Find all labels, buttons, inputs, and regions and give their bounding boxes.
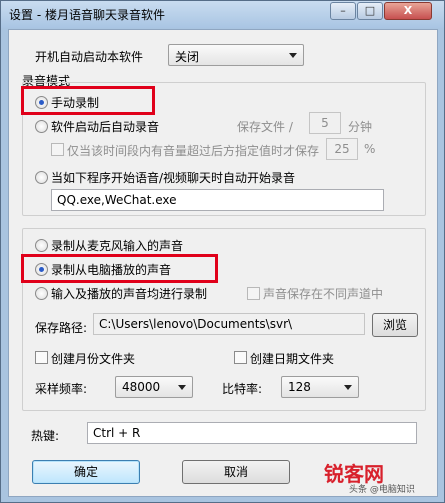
- highlight-box: [21, 254, 218, 283]
- minutes-unit: 分钟: [348, 120, 373, 134]
- sample-rate-label: 采样频率:: [35, 382, 88, 396]
- chevron-down-icon: [344, 385, 352, 390]
- sample-rate-select[interactable]: 48000: [115, 376, 193, 398]
- auto-record-label[interactable]: 软件启动后自动录音: [51, 118, 159, 135]
- chevron-down-icon: [289, 53, 297, 58]
- only-save-checkbox[interactable]: [51, 143, 64, 156]
- programs-input[interactable]: QQ.exe,WeChat.exe: [51, 189, 384, 211]
- daily-folder-label[interactable]: 创建日期文件夹: [250, 350, 334, 367]
- chevron-down-icon: [178, 385, 186, 390]
- only-save-label: 仅当该时间段内有音量超过后方指定值时才保存: [67, 144, 320, 158]
- ok-button[interactable]: 确定: [32, 460, 140, 484]
- hotkey-input[interactable]: Ctrl + R: [87, 422, 417, 444]
- save-file-label: 保存文件 /: [237, 120, 293, 134]
- programs-value: QQ.exe,WeChat.exe: [57, 193, 177, 207]
- maximize-button[interactable]: □: [357, 2, 383, 20]
- startup-label: 开机自动启动本软件: [35, 50, 144, 64]
- hotkey-label: 热键:: [31, 429, 60, 443]
- save-file-minutes-input[interactable]: 5: [309, 112, 341, 134]
- both-label[interactable]: 输入及播放的声音均进行录制: [51, 285, 207, 302]
- monthly-folder-checkbox[interactable]: [35, 351, 48, 364]
- save-path-input[interactable]: C:\Users\lenovo\Documents\svr\: [93, 313, 365, 335]
- percent-unit: %: [364, 142, 376, 156]
- sample-rate-value: 48000: [122, 380, 161, 394]
- startup-select[interactable]: 关闭: [168, 44, 304, 66]
- save-file-minutes-value: 5: [321, 116, 329, 130]
- minimize-button[interactable]: –: [330, 2, 356, 20]
- bit-rate-label: 比特率:: [222, 382, 263, 396]
- save-path-label: 保存路径:: [35, 321, 88, 335]
- separate-channels-checkbox[interactable]: [247, 287, 260, 300]
- save-path-value: C:\Users\lenovo\Documents\svr\: [99, 317, 293, 331]
- volume-threshold-value: 25: [334, 142, 350, 156]
- hotkey-value: Ctrl + R: [93, 426, 141, 440]
- volume-threshold-input[interactable]: 25: [326, 138, 358, 160]
- mic-radio[interactable]: [35, 239, 48, 252]
- auto-record-radio[interactable]: [35, 120, 48, 133]
- bit-rate-value: 128: [288, 380, 311, 394]
- browse-button[interactable]: 浏览: [372, 313, 418, 337]
- cancel-button[interactable]: 取消: [182, 460, 290, 484]
- both-radio[interactable]: [35, 287, 48, 300]
- settings-window: 设置 - 楼月语音聊天录音软件 – □ X 开机自动启动本软件 关闭 录音模式 …: [0, 0, 445, 503]
- window-title: 设置 - 楼月语音聊天录音软件: [9, 8, 165, 22]
- highlight-box: [21, 86, 155, 115]
- auto-chat-radio[interactable]: [35, 171, 48, 184]
- separate-channels-label: 声音保存在不同声道中: [263, 287, 384, 301]
- monthly-folder-label[interactable]: 创建月份文件夹: [51, 350, 135, 367]
- bit-rate-select[interactable]: 128: [281, 376, 359, 398]
- title-bar: 设置 - 楼月语音聊天录音软件 – □ X: [1, 1, 444, 28]
- mic-label[interactable]: 录制从麦克风输入的声音: [51, 237, 183, 254]
- auto-chat-label[interactable]: 当如下程序开始语音/视频聊天时自动开始录音: [51, 169, 295, 186]
- watermark-caption: 头条 @电脑知识: [349, 485, 415, 495]
- startup-select-value: 关闭: [175, 50, 200, 64]
- settings-panel: 开机自动启动本软件 关闭 录音模式 手动录制 软件启动后自动录音 保存文件 / …: [8, 29, 438, 497]
- close-button[interactable]: X: [384, 2, 432, 20]
- daily-folder-checkbox[interactable]: [234, 351, 247, 364]
